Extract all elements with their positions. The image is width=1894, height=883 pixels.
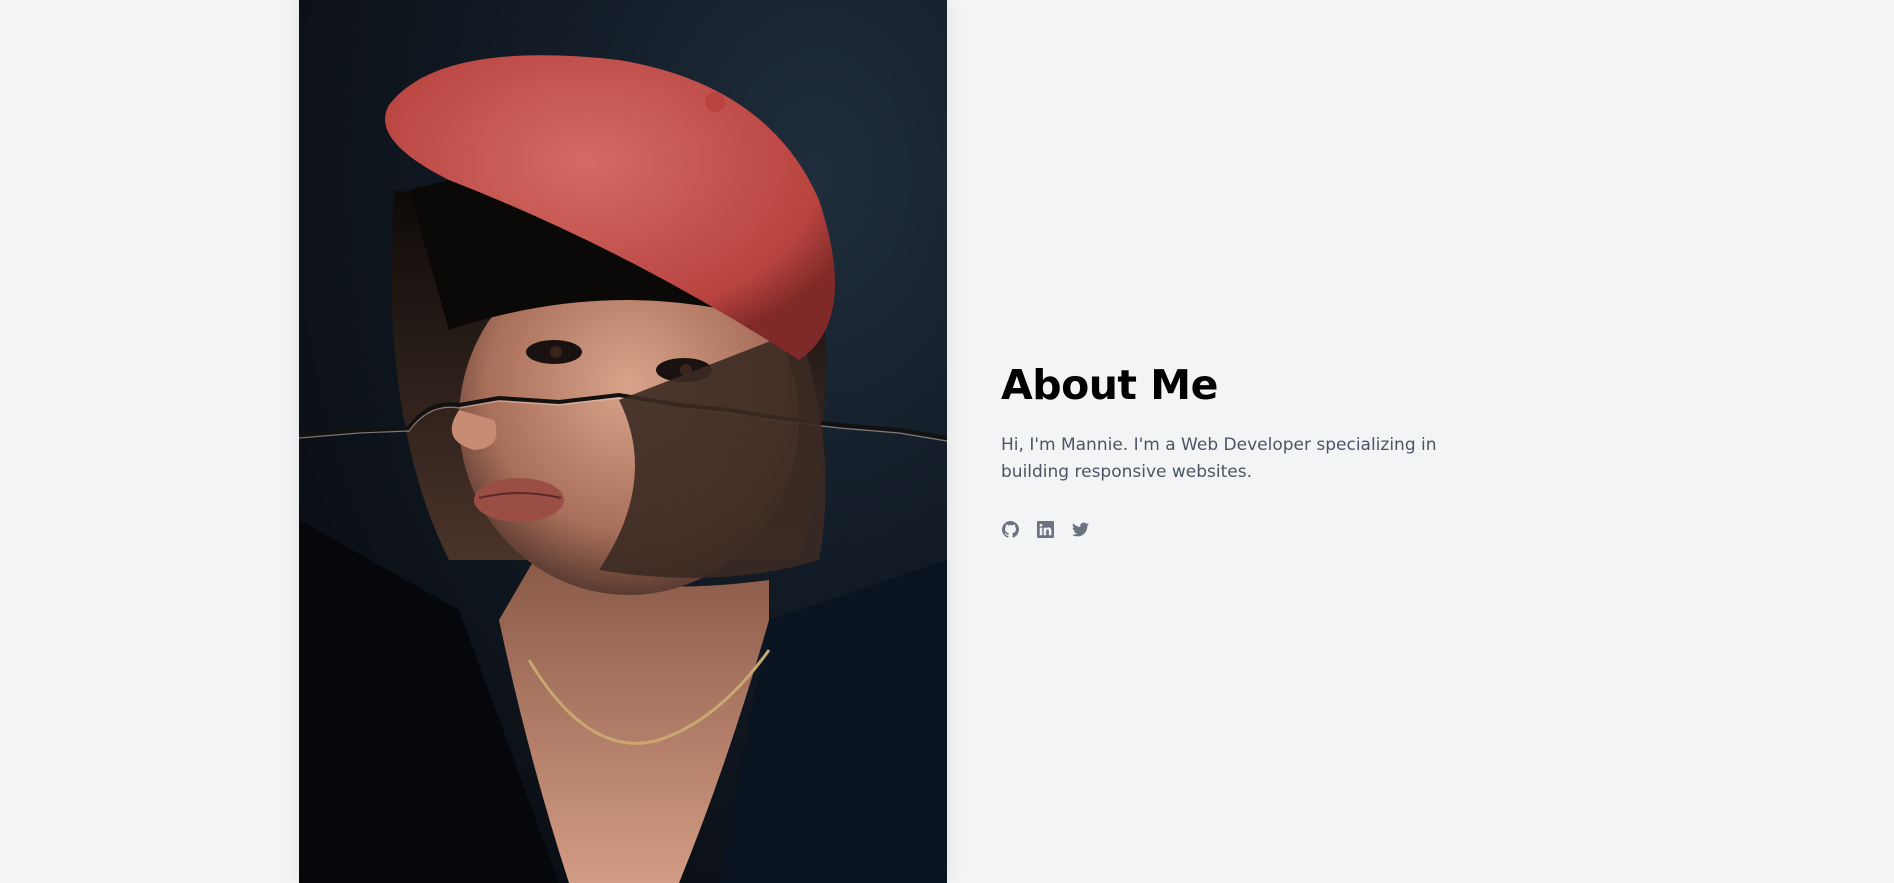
linkedin-icon	[1036, 520, 1054, 538]
profile-photo	[299, 0, 947, 883]
page-title: About Me	[1001, 361, 1218, 409]
bio-text: Hi, I'm Mannie. I'm a Web Developer spec…	[1001, 435, 1437, 482]
twitter-link[interactable]	[1071, 520, 1089, 538]
github-link[interactable]	[1001, 520, 1019, 538]
portrait-illustration	[299, 55, 947, 883]
github-icon	[1001, 520, 1019, 538]
social-links	[1001, 520, 1501, 538]
linkedin-link[interactable]	[1036, 520, 1054, 538]
twitter-icon	[1071, 522, 1089, 536]
about-section: About Me Hi, I'm Mannie. I'm a Web Devel…	[1001, 360, 1501, 538]
